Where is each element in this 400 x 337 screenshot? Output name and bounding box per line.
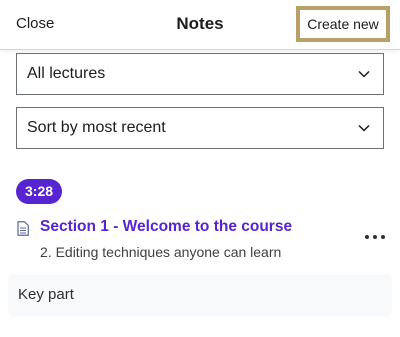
close-button[interactable]: Close bbox=[16, 0, 54, 48]
lecture-title: 2. Editing techniques anyone can learn bbox=[40, 244, 282, 260]
create-new-button[interactable]: Create new bbox=[296, 6, 390, 42]
notes-header: Close Notes Create new bbox=[0, 0, 400, 50]
chevron-down-icon bbox=[358, 70, 370, 78]
more-horizontal-icon bbox=[365, 235, 369, 239]
lecture-filter-select[interactable]: All lectures bbox=[16, 53, 384, 95]
lecture-filter-value: All lectures bbox=[27, 65, 106, 82]
more-horizontal-icon bbox=[373, 235, 377, 239]
sort-value: Sort by most recent bbox=[27, 119, 166, 136]
document-icon bbox=[17, 221, 29, 236]
sort-select[interactable]: Sort by most recent bbox=[16, 107, 384, 149]
more-options-button[interactable] bbox=[364, 226, 386, 248]
chevron-down-icon bbox=[358, 124, 370, 132]
note-content[interactable]: Key part bbox=[8, 274, 392, 316]
more-horizontal-icon bbox=[381, 235, 385, 239]
timestamp-badge[interactable]: 3:28 bbox=[16, 179, 63, 204]
section-title-link[interactable]: Section 1 - Welcome to the course bbox=[40, 218, 292, 236]
